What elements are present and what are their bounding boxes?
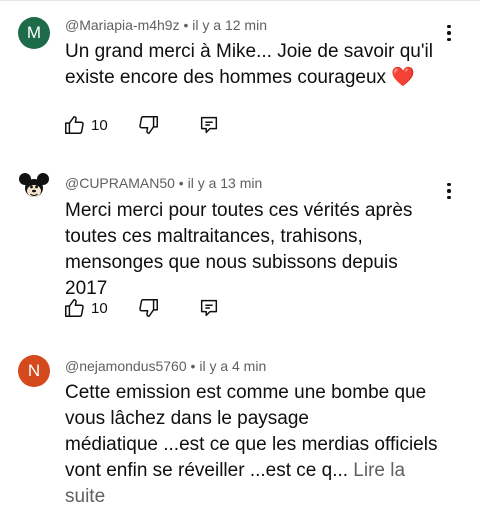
thumbs-down-icon[interactable]: [138, 114, 160, 136]
comment-line: existe encore des hommes courageux: [65, 67, 387, 88]
top-divider: [0, 0, 480, 1]
reply-icon[interactable]: [198, 114, 220, 136]
meta-separator: •: [186, 358, 200, 374]
comment-text: Merci merci pour toutes ces vérités aprè…: [65, 198, 445, 302]
meta-separator: •: [174, 175, 188, 191]
comment-author[interactable]: @CUPRAMAN50: [65, 175, 175, 191]
avatar-letter: N: [27, 361, 41, 380]
avatar-letter: M: [26, 23, 42, 42]
comment-time[interactable]: il y a 12 min: [192, 17, 267, 33]
reply-icon[interactable]: [198, 297, 220, 319]
avatar[interactable]: M: [18, 17, 50, 49]
comment-line: vous lâchez dans le paysage: [65, 408, 309, 429]
comment-line: Un grand merci à Mike... Joie de savoir …: [65, 41, 433, 62]
comment-actions: 10: [63, 295, 220, 321]
comment-line: médiatique ...est ce que les merdias off…: [65, 434, 438, 455]
comment-text: Cette emission est comme une bombe que v…: [65, 380, 445, 510]
comment-line: Merci merci pour toutes ces vérités aprè…: [65, 200, 413, 221]
comment-author[interactable]: @Mariapia-m4h9z: [65, 17, 180, 33]
thumbs-up-icon[interactable]: [63, 297, 85, 319]
comment-line-with-emoji: existe encore des hommes courageux ❤️: [65, 65, 445, 91]
comment-text: Un grand merci à Mike... Joie de savoir …: [65, 39, 445, 91]
comment-time[interactable]: il y a 4 min: [199, 358, 266, 374]
comment-line-last: vont enfin se réveiller ...est ce q... L…: [65, 458, 445, 510]
comment-line: Cette emission est comme une bombe que: [65, 382, 427, 403]
meta-separator: •: [179, 17, 193, 33]
comment-author[interactable]: @nejamondus5760: [65, 358, 187, 374]
comment-meta: @nejamondus5760 • il y a 4 min: [65, 358, 266, 374]
comment-actions: 10: [63, 112, 220, 138]
thumbs-up-icon[interactable]: [63, 114, 85, 136]
comment-line: vont enfin se réveiller ...est ce q...: [65, 460, 349, 481]
comment-line: toutes ces maltraitances, trahisons,: [65, 226, 363, 247]
like-count: 10: [91, 116, 108, 134]
heart-emoji: ❤️: [391, 67, 416, 88]
avatar[interactable]: N: [18, 355, 50, 387]
mickey-icon[interactable]: [18, 171, 50, 203]
comment-time[interactable]: il y a 13 min: [188, 175, 263, 191]
comment-meta: @CUPRAMAN50 • il y a 13 min: [65, 175, 262, 191]
comment-meta: @Mariapia-m4h9z • il y a 12 min: [65, 17, 267, 33]
thumbs-down-icon[interactable]: [138, 297, 160, 319]
like-count: 10: [91, 299, 108, 317]
